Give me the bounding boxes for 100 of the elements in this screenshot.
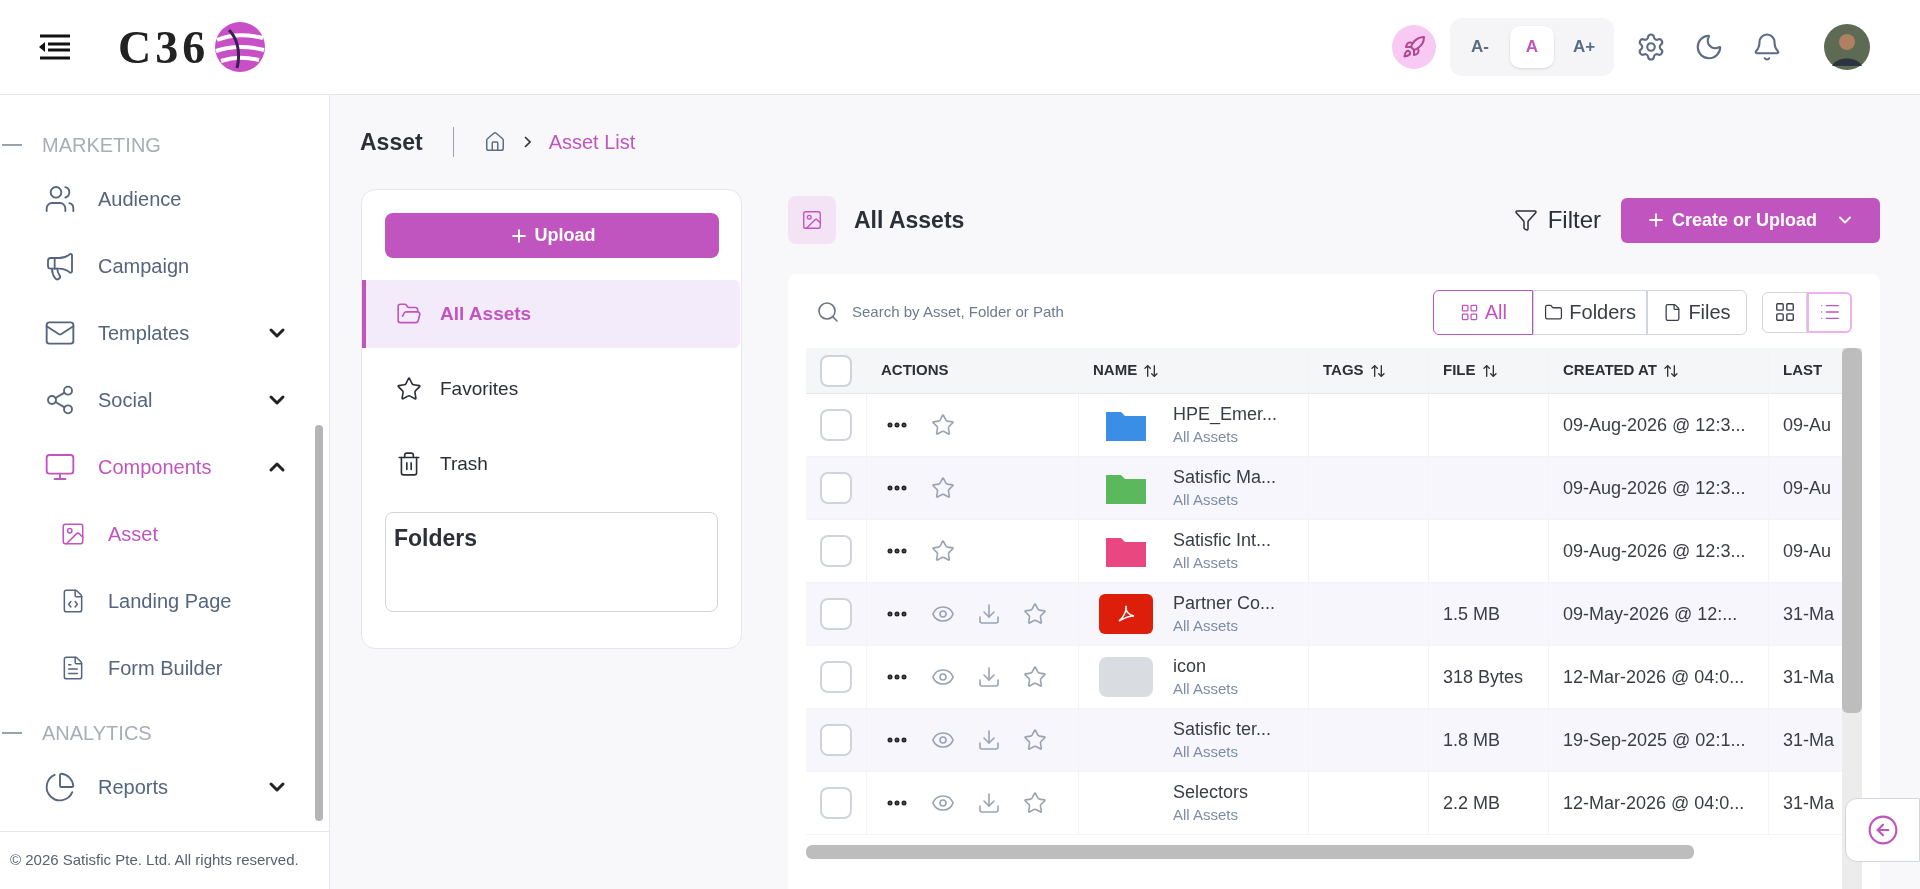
sidebar-item[interactable]: Social	[0, 366, 315, 433]
star-icon	[396, 376, 422, 402]
download-icon[interactable]	[977, 791, 1001, 815]
asset-location: All Assets	[1173, 805, 1240, 825]
asset-location: All Assets	[1173, 553, 1240, 573]
settings-icon[interactable]	[1636, 32, 1666, 62]
bell-icon[interactable]	[1752, 32, 1782, 62]
star-icon[interactable]	[1023, 665, 1047, 689]
asset-location: All Assets	[1173, 679, 1239, 699]
sort-icon[interactable]	[1143, 362, 1160, 379]
star-icon[interactable]	[931, 539, 955, 563]
column-header[interactable]: NAME	[1093, 359, 1138, 382]
image-icon	[60, 520, 86, 547]
date-text: 31-Ma	[1783, 665, 1835, 689]
sort-icon[interactable]	[1481, 362, 1498, 379]
upload-button[interactable]: Upload	[385, 213, 719, 258]
pdf-icon	[1099, 594, 1153, 634]
nav-item[interactable]: Trash	[362, 430, 740, 498]
asset-location: All Assets	[1173, 616, 1240, 636]
sidebar-item[interactable]: Components	[0, 433, 315, 500]
vertical-scrollbar[interactable]	[1842, 348, 1862, 713]
scrollbar[interactable]	[315, 425, 323, 821]
checkbox[interactable]	[820, 598, 852, 630]
download-icon[interactable]	[977, 665, 1001, 689]
created-date: 09-Aug-2026 @ 12:3...	[1563, 476, 1746, 500]
font-size-button[interactable]: A	[1510, 26, 1554, 68]
asset-name[interactable]: Satisfic Ma...	[1173, 465, 1277, 489]
type-tab[interactable]: Folders	[1533, 289, 1647, 335]
back-button[interactable]	[1845, 798, 1920, 862]
sidebar-subitem[interactable]: Landing Page	[0, 567, 315, 634]
star-icon[interactable]	[931, 413, 955, 437]
download-icon[interactable]	[977, 728, 1001, 752]
search-field[interactable]: Search by Asset, Folder or Path	[852, 300, 1216, 324]
type-tab[interactable]: Files	[1647, 289, 1747, 335]
sidebar-item[interactable]: Audience	[0, 165, 315, 232]
font-size-button[interactable]: A-	[1458, 26, 1502, 68]
download-icon[interactable]	[977, 602, 1001, 626]
file-size: 1.5 MB	[1443, 602, 1501, 626]
avatar[interactable]	[1824, 24, 1870, 70]
search-icon	[816, 300, 840, 324]
star-icon[interactable]	[1023, 728, 1047, 752]
checkbox[interactable]	[820, 472, 852, 504]
logo-text: C36	[118, 20, 210, 75]
checkbox[interactable]	[820, 409, 852, 441]
column-header[interactable]: TAGS	[1323, 359, 1364, 382]
created-date: 12-Mar-2026 @ 04:0...	[1563, 791, 1745, 815]
grid-view-button[interactable]	[1762, 291, 1807, 333]
asset-name[interactable]: Partner Co...	[1173, 591, 1276, 615]
asset-name[interactable]: HPE_Emer...	[1173, 402, 1278, 426]
sidebar-item[interactable]: Reports	[0, 753, 315, 820]
date-text: 09-Au	[1783, 539, 1832, 563]
asset-location: All Assets	[1173, 427, 1240, 447]
created-date: 09-Aug-2026 @ 12:3...	[1563, 539, 1746, 563]
sort-icon[interactable]	[1369, 362, 1386, 379]
checkbox[interactable]	[820, 661, 852, 693]
section-heading: ANALYTICS	[42, 721, 152, 746]
sidebar-item[interactable]: Campaign	[0, 232, 315, 299]
rocket-button[interactable]	[1392, 25, 1436, 69]
asset-name[interactable]: icon	[1173, 654, 1239, 678]
column-header[interactable]: LAST	[1783, 359, 1823, 382]
asset-name[interactable]: Satisfic ter...	[1173, 717, 1272, 741]
asset-name[interactable]: Selectors	[1173, 780, 1249, 804]
font-size-button[interactable]: A+	[1562, 26, 1606, 68]
created-date: 09-May-2026 @ 12:...	[1563, 602, 1738, 626]
asset-name[interactable]: Satisfic Int...	[1173, 528, 1272, 552]
asset-location: All Assets	[1173, 742, 1240, 762]
column-header[interactable]: FILE	[1443, 359, 1476, 382]
checkbox[interactable]	[820, 787, 852, 819]
home-icon[interactable]	[483, 131, 506, 153]
nav-item[interactable]: Favorites	[362, 355, 740, 423]
section-heading: MARKETING	[42, 133, 161, 158]
breadcrumb-link[interactable]: Asset List	[548, 127, 636, 157]
column-header[interactable]: ACTIONS	[881, 359, 949, 382]
column-header[interactable]: CREATED AT	[1563, 359, 1657, 382]
checkbox[interactable]	[820, 535, 852, 567]
star-icon[interactable]	[931, 476, 955, 500]
chevron-right-icon	[523, 136, 531, 148]
moon-icon[interactable]	[1694, 32, 1724, 62]
star-icon[interactable]	[1023, 602, 1047, 626]
asset-location: All Assets	[1173, 490, 1240, 510]
file-size: 318 Bytes	[1443, 665, 1524, 689]
date-text: 09-Au	[1783, 413, 1832, 437]
sidebar-subitem[interactable]: Asset	[0, 500, 315, 567]
checkbox[interactable]	[820, 354, 852, 387]
section-title: All Assets	[854, 205, 965, 235]
grid-icon	[1773, 301, 1796, 323]
date-text: 31-Ma	[1783, 728, 1835, 752]
file-size: 1.8 MB	[1443, 728, 1501, 752]
type-tab[interactable]: All	[1433, 289, 1534, 335]
sidebar-subitem[interactable]: Form Builder	[0, 634, 315, 701]
filter-button[interactable]: Filter	[1513, 202, 1601, 238]
folders-heading: Folders	[394, 525, 478, 551]
star-icon[interactable]	[1023, 791, 1047, 815]
create-upload-button[interactable]: Create or Upload	[1621, 197, 1880, 243]
sort-icon[interactable]	[1662, 362, 1679, 379]
sidebar-item[interactable]: Templates	[0, 299, 315, 366]
copyright-text: © 2026 Satisfic Pte. Ltd. All rights reserved.	[10, 850, 299, 871]
image-icon	[801, 209, 823, 231]
horizontal-scrollbar[interactable]	[806, 845, 1694, 859]
checkbox[interactable]	[820, 724, 852, 756]
